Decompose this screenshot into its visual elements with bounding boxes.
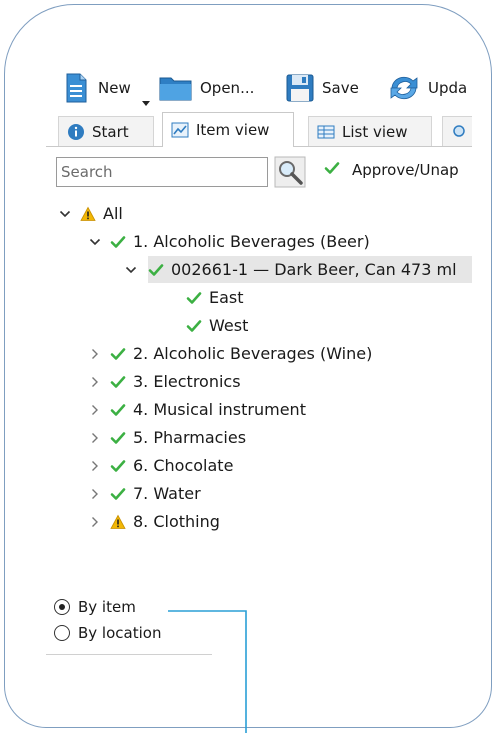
info-icon <box>67 123 85 141</box>
check-icon <box>324 160 344 180</box>
chevron-right-icon[interactable] <box>88 403 102 417</box>
check-icon <box>110 402 126 418</box>
check-icon <box>186 290 202 306</box>
check-icon <box>110 234 126 250</box>
check-icon <box>110 374 126 390</box>
tab-item-view[interactable]: Item view <box>162 112 294 147</box>
tab-list-view[interactable]: List view <box>308 116 432 146</box>
tree-label: 5. Pharmacies <box>133 428 247 447</box>
new-document-icon <box>60 72 92 104</box>
chart-icon <box>171 121 189 139</box>
tab-list-view-label: List view <box>342 122 408 141</box>
new-button[interactable]: New <box>60 68 150 108</box>
new-button-label: New <box>98 79 131 97</box>
search-input[interactable] <box>56 157 268 187</box>
open-button[interactable]: Open... <box>158 68 254 108</box>
chevron-right-icon[interactable] <box>88 515 102 529</box>
tree-item-dark-beer[interactable]: 002661-1 — Dark Beer, Can 473 ml <box>148 256 472 283</box>
tree-label: 6. Chocolate <box>133 456 234 475</box>
check-icon <box>110 346 126 362</box>
tree-label: All <box>103 204 123 223</box>
tree-item-water[interactable]: 7. Water <box>88 480 201 507</box>
table-icon <box>317 123 335 141</box>
radio-indicator[interactable] <box>54 625 70 641</box>
chevron-right-icon[interactable] <box>88 487 102 501</box>
tree-label: 8. Clothing <box>133 512 220 531</box>
open-button-label: Open... <box>200 79 255 97</box>
tab-start-label: Start <box>92 122 129 141</box>
chevron-right-icon[interactable] <box>88 431 102 445</box>
check-icon <box>110 458 126 474</box>
warning-icon <box>80 206 96 222</box>
save-button[interactable]: Save <box>284 68 359 108</box>
tree-root-all[interactable]: All <box>58 200 123 227</box>
tab-bar: Start Item view List view <box>46 112 472 147</box>
tree-label: East <box>209 288 244 307</box>
approve-button[interactable]: Approve/Unap <box>324 160 459 180</box>
tab-more[interactable] <box>442 116 472 146</box>
tree-item-chocolate[interactable]: 6. Chocolate <box>88 452 233 479</box>
update-button-label: Upda <box>428 79 468 97</box>
tree-item-electronics[interactable]: 3. Electronics <box>88 368 241 395</box>
chevron-right-icon[interactable] <box>88 375 102 389</box>
tree-item-musical-instrument[interactable]: 4. Musical instrument <box>88 396 306 423</box>
tree-item-beer[interactable]: 1. Alcoholic Beverages (Beer) <box>88 228 370 255</box>
chevron-down-icon[interactable] <box>124 263 138 277</box>
tree-item-west[interactable]: West <box>186 312 248 339</box>
approve-label: Approve/Unap <box>352 161 459 179</box>
search-icon[interactable] <box>274 156 306 188</box>
refresh-icon <box>386 72 422 104</box>
chevron-down-icon[interactable] <box>88 235 102 249</box>
save-disk-icon <box>284 72 316 104</box>
folder-icon <box>158 72 194 104</box>
check-icon <box>186 318 202 334</box>
check-icon <box>110 486 126 502</box>
toolbar: New Open... Save Upda <box>46 68 472 108</box>
tree-label: 2. Alcoholic Beverages (Wine) <box>133 344 373 363</box>
tab-start[interactable]: Start <box>58 116 154 146</box>
tree-label: 002661-1 — Dark Beer, Can 473 ml <box>171 260 457 279</box>
check-icon <box>148 262 164 278</box>
tab-item-view-label: Item view <box>196 121 270 139</box>
warning-icon <box>110 514 126 530</box>
tree-item-clothing[interactable]: 8. Clothing <box>88 508 220 535</box>
tree-item-pharmacies[interactable]: 5. Pharmacies <box>88 424 246 451</box>
tree-item-wine[interactable]: 2. Alcoholic Beverages (Wine) <box>88 340 372 367</box>
tree-item-east[interactable]: East <box>186 284 244 311</box>
app-window: New Open... Save Upda Start Item view Li… <box>46 52 472 658</box>
save-button-label: Save <box>322 79 359 97</box>
update-button[interactable]: Upda <box>386 68 467 108</box>
radio-label: By location <box>78 624 162 642</box>
tree-label: 1. Alcoholic Beverages (Beer) <box>133 232 370 251</box>
magnifier-icon <box>451 123 469 141</box>
tree-label: 3. Electronics <box>133 372 241 391</box>
radio-by-location[interactable]: By location <box>54 624 161 642</box>
chevron-right-icon[interactable] <box>88 459 102 473</box>
search-row: Approve/Unap <box>56 152 472 190</box>
radio-selected-indicator[interactable] <box>54 599 70 615</box>
chevron-down-icon[interactable] <box>58 207 72 221</box>
radio-label: By item <box>78 598 136 616</box>
tree-label: West <box>209 316 249 335</box>
tree-label: 4. Musical instrument <box>133 400 306 419</box>
check-icon <box>110 430 126 446</box>
radio-by-item[interactable]: By item <box>54 598 136 616</box>
divider <box>46 654 212 655</box>
chevron-down-icon <box>142 101 150 106</box>
chevron-right-icon[interactable] <box>88 347 102 361</box>
tree-label: 7. Water <box>133 484 201 503</box>
